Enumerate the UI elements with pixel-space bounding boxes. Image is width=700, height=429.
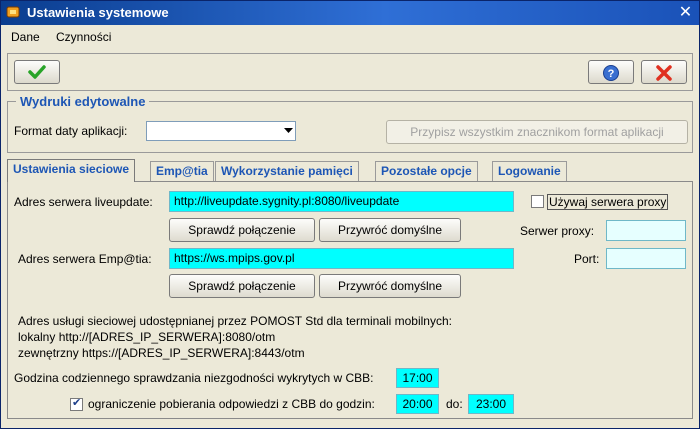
help-icon: ?	[603, 65, 619, 81]
print-settings-group: Wydruki edytowalne Format daty aplikacji…	[7, 94, 693, 153]
cancel-button[interactable]	[641, 60, 687, 84]
network-settings-panel: Adres serwera liveupdate: http://liveupd…	[7, 181, 693, 419]
check-connection-button-1[interactable]: Sprawdź połączenie	[169, 218, 315, 242]
use-proxy-label[interactable]: Używaj serwera proxy	[547, 194, 669, 210]
service-info-line1: Adres usługi sieciowej udostępnianej prz…	[18, 314, 452, 328]
menu-bar: Dane Czynności	[1, 25, 699, 49]
close-button[interactable]: ✕	[675, 3, 696, 23]
check-icon	[28, 65, 46, 79]
cbb-check-label: Godzina codziennego sprawdzania niezgodn…	[14, 371, 374, 385]
chevron-down-icon	[284, 128, 293, 133]
title-bar: Ustawienia systemowe ✕	[1, 1, 699, 25]
port-label: Port:	[574, 252, 600, 266]
service-info-line2: lokalny http://[ADRES_IP_SERWERA]:8080/o…	[18, 330, 276, 344]
cbb-check-time-field[interactable]: 17:00	[396, 368, 439, 388]
limit-label: ograniczenie pobierania odpowiedzi z CBB…	[88, 397, 375, 411]
group-title: Wydruki edytowalne	[16, 94, 150, 109]
empatia-field[interactable]: https://ws.mpips.gov.pl	[169, 248, 514, 269]
tab-empatia[interactable]: Emp@tia	[150, 161, 214, 181]
port-field[interactable]	[606, 248, 686, 269]
assign-format-button[interactable]: Przypisz wszystkim znacznikom format apl…	[386, 120, 688, 144]
limit-from-field[interactable]: 20:00	[396, 394, 439, 414]
empatia-label: Adres serwera Emp@tia:	[18, 252, 152, 266]
date-format-label: Format daty aplikacji:	[14, 124, 128, 138]
tab-memory-usage[interactable]: Wykorzystanie pamięci	[215, 161, 359, 181]
tab-strip: Ustawienia sieciowe Emp@tia Wykorzystani…	[7, 159, 693, 182]
limit-checkbox[interactable]	[70, 396, 83, 411]
to-label: do:	[446, 397, 463, 411]
check-connection-button-2[interactable]: Sprawdź połączenie	[169, 274, 315, 298]
window-title: Ustawienia systemowe	[27, 5, 169, 20]
app-icon	[6, 6, 20, 18]
date-format-select[interactable]	[146, 121, 296, 141]
settings-window: Ustawienia systemowe ✕ Dane Czynności ? …	[0, 0, 700, 429]
proxy-server-label: Serwer proxy:	[520, 224, 595, 238]
tab-logging[interactable]: Logowanie	[492, 161, 567, 181]
svg-text:?: ?	[608, 68, 615, 80]
restore-default-button-1[interactable]: Przywróć domyślne	[319, 218, 461, 242]
tab-other-options[interactable]: Pozostałe opcje	[375, 161, 478, 181]
menu-czynnosci[interactable]: Czynności	[56, 30, 111, 44]
proxy-server-field[interactable]	[606, 220, 686, 241]
accept-button[interactable]	[14, 60, 60, 84]
limit-to-field[interactable]: 23:00	[468, 394, 514, 414]
restore-default-button-2[interactable]: Przywróć domyślne	[319, 274, 461, 298]
tab-network-settings[interactable]: Ustawienia sieciowe	[7, 159, 136, 182]
cancel-icon	[656, 65, 672, 81]
use-proxy-checkbox[interactable]	[531, 195, 544, 208]
menu-dane[interactable]: Dane	[11, 30, 40, 44]
liveupdate-field[interactable]: http://liveupdate.sygnity.pl:8080/liveup…	[169, 191, 514, 212]
toolbar: ?	[7, 53, 693, 91]
help-button[interactable]: ?	[588, 60, 634, 84]
service-info-line3: zewnętrzny https://[ADRES_IP_SERWERA]:84…	[18, 346, 305, 360]
liveupdate-label: Adres serwera liveupdate:	[14, 195, 153, 209]
